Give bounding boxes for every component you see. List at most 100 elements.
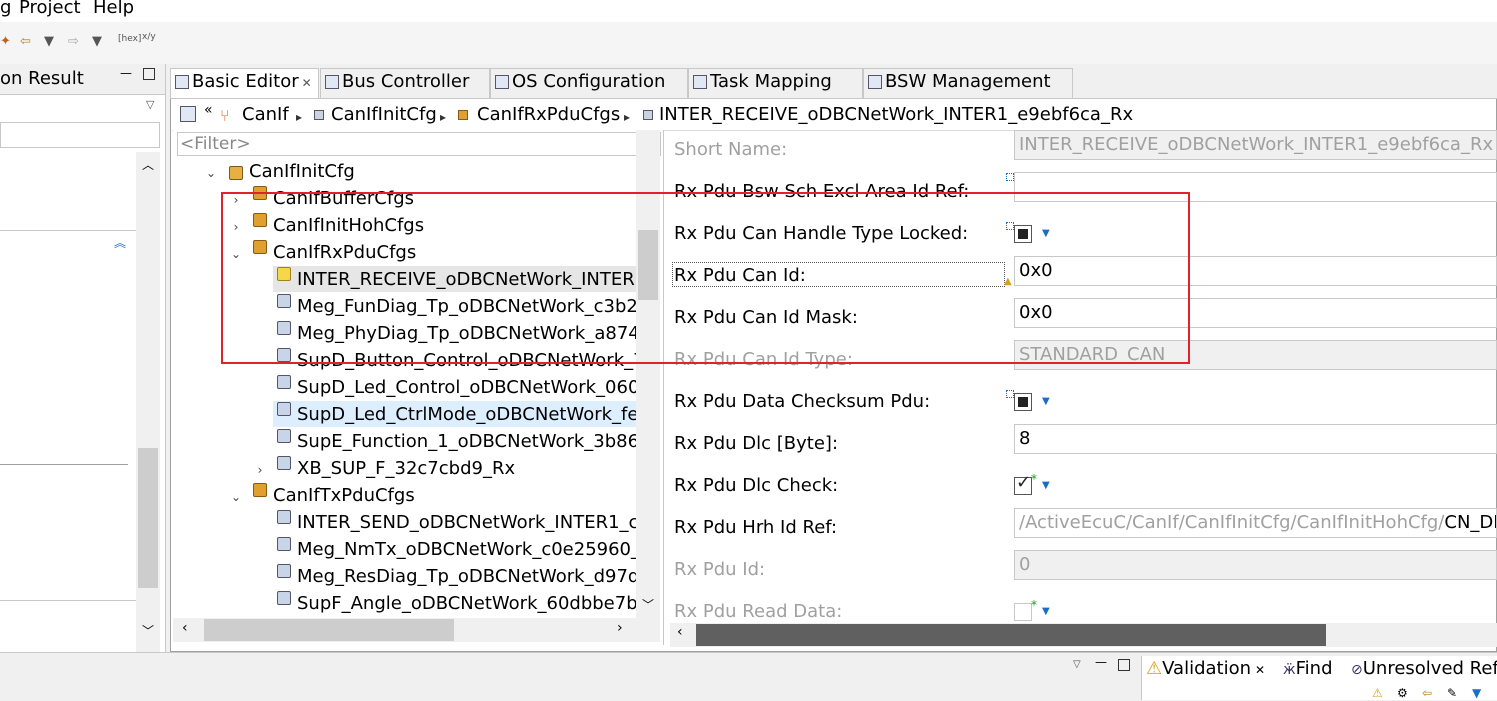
dlc-field[interactable]: 8	[1014, 424, 1497, 454]
binoculars-icon: ӝ	[1283, 662, 1296, 678]
scroll-left-icon[interactable]: ‹	[677, 624, 683, 640]
tab-find[interactable]: ӝFind	[1283, 658, 1333, 679]
expand-icon[interactable]: ⌄	[204, 166, 218, 180]
tree-node-caniftxpducfgs[interactable]: CanIfTxPduCfgs	[273, 483, 415, 509]
chevron-down-icon[interactable]: ▼	[1042, 396, 1050, 407]
run-icon[interactable]: ✦	[0, 34, 11, 49]
hrh-id-ref-label: Rx Pdu Hrh Id Ref:	[674, 517, 838, 538]
breadcrumb: « ⑂ CanIf ▸ CanIfInitCfg ▸ CanIfRxPduCfg…	[172, 100, 1495, 131]
breadcrumb-current[interactable]: INTER_RECEIVE_oDBCNetWork_INTER1_e9ebf6c…	[659, 104, 1133, 125]
tab-bus-controller[interactable]: Bus Controller	[320, 68, 490, 98]
editor-icon	[175, 75, 189, 89]
close-icon[interactable]: ✕	[1255, 663, 1265, 677]
pdu-icon	[277, 510, 291, 524]
view-menu-icon[interactable]: ▽	[1073, 659, 1081, 670]
warning-icon[interactable]: ⚠	[1372, 686, 1383, 700]
chevron-down-icon[interactable]: ▼	[44, 34, 54, 49]
toolbar: ✦ ⇦ ▼ ⇨ ▼ [hex] x/y	[0, 22, 1497, 64]
scroll-right-icon[interactable]: ›	[617, 620, 623, 636]
short-name-field[interactable]: INTER_RECEIVE_oDBCNetWork_INTER1_e9ebf6c…	[1014, 130, 1497, 160]
left-scrollbar[interactable]: ︿ ﹀	[136, 152, 160, 652]
maximize-icon[interactable]	[1118, 659, 1130, 671]
read-data-checkbox[interactable]	[1014, 603, 1032, 621]
breadcrumb-canif[interactable]: CanIf	[242, 104, 289, 125]
properties-horizontal-scroll-thumb[interactable]	[696, 624, 1326, 646]
tree-node-meg-resdiag[interactable]: Meg_ResDiag_Tp_oDBCNetWork_d97d0	[297, 564, 651, 590]
dlc-check-label: Rx Pdu Dlc Check:	[674, 475, 839, 496]
divider	[0, 230, 136, 231]
tab-bsw-management[interactable]: BSW Management	[863, 68, 1073, 98]
highlight-annotation-box	[221, 192, 1190, 364]
collapsed-icon[interactable]: ›	[253, 463, 267, 477]
pdu-id-field[interactable]: 0	[1014, 550, 1497, 580]
tab-task-mapping[interactable]: Task Mapping	[688, 68, 863, 98]
tree-node-canifinitcfg[interactable]: CanIfInitCfg	[249, 159, 355, 185]
format-icon[interactable]: x/y	[142, 32, 156, 42]
validation-icon: ⚠	[1146, 658, 1163, 679]
breadcrumb-canifinitcfg[interactable]: CanIfInitCfg	[331, 104, 437, 125]
hrh-path: /ActiveEcuC/CanIf/CanIfInitCfg/CanIfInit…	[1019, 512, 1445, 533]
tree-node-supd-led-ctrlmode[interactable]: SupD_Led_CtrlMode_oDBCNetWork_fec	[297, 402, 648, 428]
reference-icon	[1006, 173, 1014, 181]
menu-item-project[interactable]: Project	[19, 0, 81, 18]
tab-basic-editor[interactable]: Basic Editor ✕	[170, 68, 319, 98]
pdu-icon	[277, 402, 291, 416]
maximize-icon[interactable]	[143, 68, 155, 80]
filter-icon[interactable]: ▼	[1472, 686, 1481, 700]
tab-validation[interactable]: ⚠Validation ✕	[1146, 658, 1265, 679]
left-panel-header: on Result —	[0, 64, 165, 95]
close-icon[interactable]: ✕	[302, 76, 312, 90]
scroll-down-icon[interactable]: ﹀	[642, 596, 654, 613]
tree-filter-input[interactable]: <Filter>	[177, 132, 661, 156]
back-icon[interactable]: ⇦	[1422, 686, 1432, 700]
pdu-icon	[277, 375, 291, 389]
clear-icon[interactable]: ✎	[1447, 686, 1457, 700]
back-icon[interactable]: ⇦	[20, 34, 31, 49]
pdu-icon	[277, 591, 291, 605]
scroll-up-icon[interactable]: ︿	[142, 156, 154, 173]
tree-node-xb-sup-f[interactable]: XB_SUP_F_32c7cbd9_Rx	[297, 456, 515, 482]
menu-item-help[interactable]: Help	[93, 0, 134, 18]
tree-node-inter-send[interactable]: INTER_SEND_oDBCNetWork_INTER1_c4	[297, 510, 650, 536]
editor-tab-bar: Basic Editor ✕ Bus Controller OS Configur…	[170, 64, 1497, 99]
tab-label: Find	[1295, 658, 1333, 679]
editor-icon	[693, 75, 707, 89]
pdu-icon	[277, 537, 291, 551]
container-icon	[314, 110, 324, 120]
collapse-icon[interactable]: ︽	[114, 234, 126, 251]
tab-unresolved-references[interactable]: ⊘Unresolved Ref	[1351, 658, 1497, 679]
breadcrumb-separator-icon: ▸	[624, 110, 631, 124]
outline-icon[interactable]	[180, 106, 196, 122]
view-menu-icon[interactable]: ▽	[146, 98, 154, 111]
chevron-down-icon[interactable]: ▼	[92, 34, 102, 49]
scroll-down-icon[interactable]: ﹀	[142, 622, 154, 639]
tree-node-supe-function[interactable]: SupE_Function_1_oDBCNetWork_3b86b	[297, 429, 651, 455]
folder-icon	[253, 483, 267, 497]
editor-icon	[495, 75, 509, 89]
expand-icon[interactable]: ⌄	[229, 490, 243, 504]
chevron-down-icon[interactable]: ▼	[1042, 480, 1050, 491]
tree-node-supd-led-control[interactable]: SupD_Led_Control_oDBCNetWork_060f	[297, 375, 646, 401]
minimize-icon[interactable]: —	[1095, 655, 1107, 669]
forward-icon[interactable]: ⇨	[68, 34, 79, 49]
chevron-left-icon[interactable]: «	[204, 102, 213, 118]
pdu-icon	[277, 429, 291, 443]
tab-os-configuration[interactable]: OS Configuration	[490, 68, 688, 98]
breadcrumb-canifrxpducfgs[interactable]: CanIfRxPduCfgs	[477, 104, 620, 125]
hex-icon[interactable]: [hex]	[118, 34, 141, 44]
menu-item-debug[interactable]: g	[0, 0, 11, 18]
tree-node-meg-nmtx[interactable]: Meg_NmTx_oDBCNetWork_c0e25960_T	[297, 537, 651, 563]
scroll-left-icon[interactable]: ‹	[182, 620, 188, 636]
chevron-down-icon[interactable]: ▼	[1042, 606, 1050, 617]
hrh-id-ref-field[interactable]: /ActiveEcuC/CanIf/CanIfInitCfg/CanIfInit…	[1014, 508, 1497, 538]
tree-horizontal-scroll-thumb[interactable]	[204, 619, 454, 641]
breadcrumb-separator-icon: ▸	[440, 110, 447, 124]
editor-icon	[868, 75, 882, 89]
left-scroll-thumb[interactable]	[138, 448, 158, 588]
data-checksum-checkbox[interactable]	[1014, 393, 1032, 411]
minimize-icon[interactable]: —	[120, 66, 132, 80]
settings-icon[interactable]: ⚙	[1397, 686, 1408, 700]
left-search-field[interactable]	[0, 122, 160, 148]
tree-node-supf-angle[interactable]: SupF_Angle_oDBCNetWork_60dbbe7b_	[297, 591, 647, 617]
menu-bar: g Project Help	[0, 0, 1497, 22]
